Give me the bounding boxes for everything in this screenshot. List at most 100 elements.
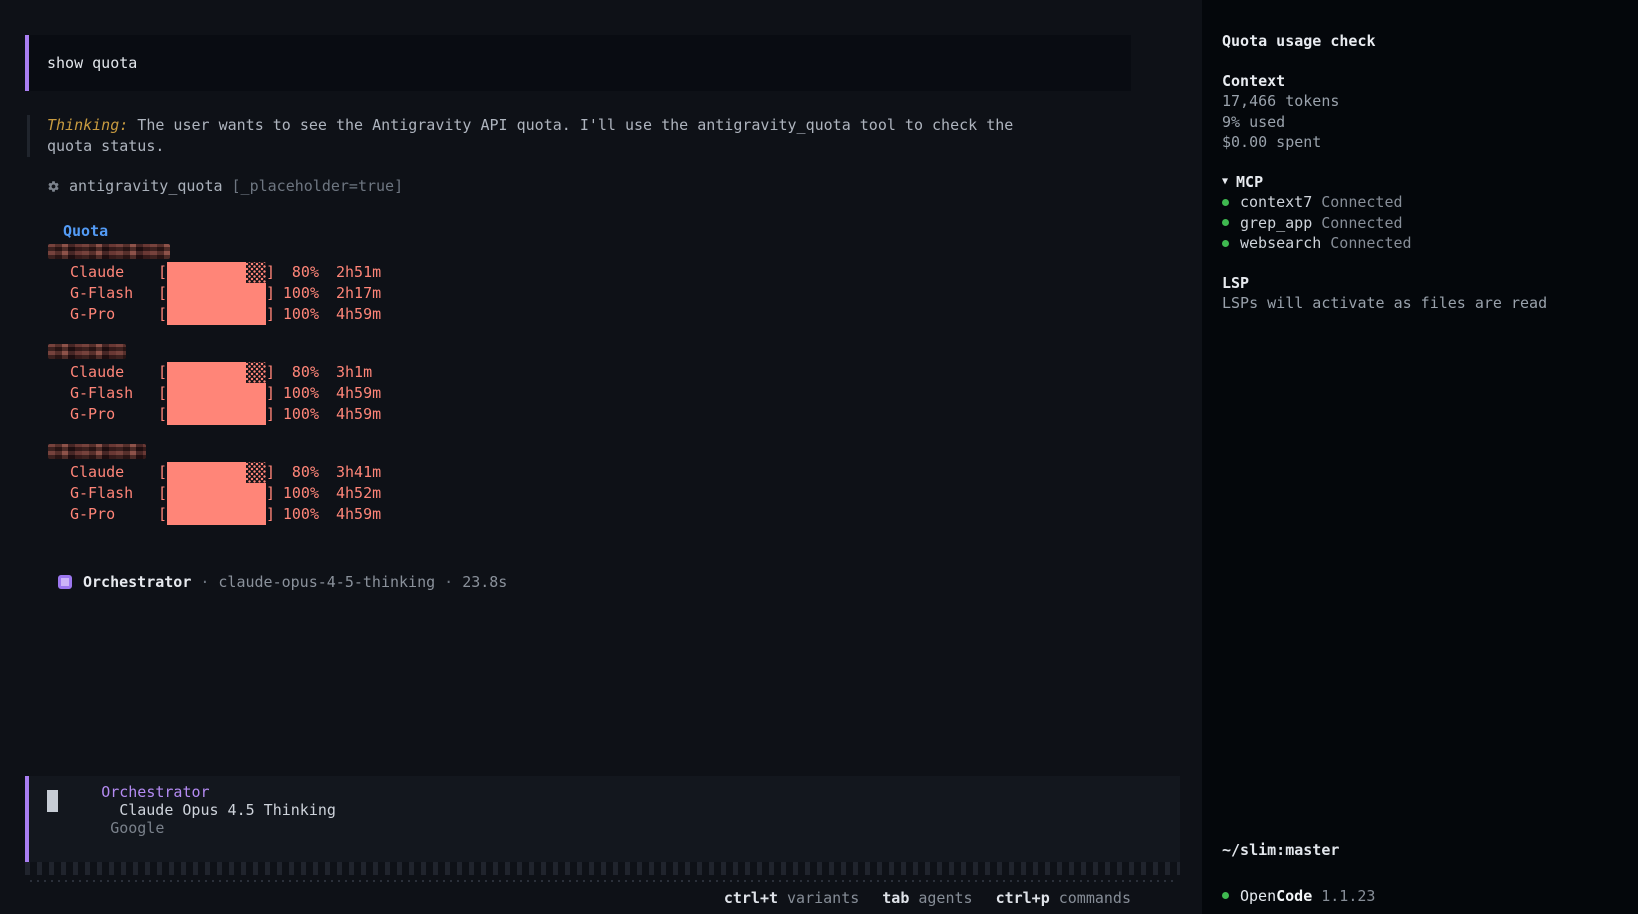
- bar-bracket: [: [158, 283, 167, 304]
- quota-bar-remainder: [246, 362, 266, 383]
- mcp-section: ▼ MCP context7 Connectedgrep_appConnected…: [1222, 172, 1628, 254]
- quota-row: Claude[]80%3h41m: [48, 462, 1202, 483]
- lsp-heading: LSP: [1222, 273, 1628, 294]
- bar-bracket: [: [158, 483, 167, 504]
- keybinding-bar: ctrl+tvariants tab agents ctrl+pcommands: [0, 880, 1202, 914]
- quota-model-label: G-Flash: [70, 283, 158, 304]
- quota-row: G-Flash[]100%2h17m: [48, 283, 1202, 304]
- bar-bracket: ]: [266, 383, 275, 404]
- quota-row: G-Flash[]100%4h52m: [48, 483, 1202, 504]
- chat-panel: show quota Thinking: The user wants to s…: [0, 0, 1202, 914]
- status-sidebar: Quota usage check Context 17,466 tokens9…: [1202, 0, 1638, 914]
- quota-bar-remainder: [246, 262, 266, 283]
- quota-row: Claude[]80%3h1m: [48, 362, 1202, 383]
- quota-time-remaining: 4h59m: [336, 504, 381, 525]
- quota-bar: [167, 262, 266, 283]
- redacted-account-name: [48, 441, 1202, 462]
- status-dot-icon: [1222, 240, 1229, 247]
- bar-bracket: [: [158, 262, 167, 283]
- quota-bar-remainder: [246, 462, 266, 483]
- lsp-note: LSPs will activate as files are read: [1222, 293, 1628, 314]
- mcp-server-name: websearch: [1240, 233, 1321, 254]
- quota-bar: [167, 462, 266, 483]
- quota-row: G-Pro[]100%4h59m: [48, 304, 1202, 325]
- bar-bracket: ]: [266, 283, 275, 304]
- context-section: Context 17,466 tokens9% used$0.00 spent: [1222, 71, 1628, 153]
- mcp-server-status: Connected: [1321, 192, 1402, 213]
- quota-time-remaining: 4h59m: [336, 304, 381, 325]
- keybinding-keys: tab: [882, 889, 909, 907]
- composer-model[interactable]: Claude Opus 4.5 Thinking: [119, 801, 336, 819]
- thinking-block: Thinking: The user wants to see the Anti…: [27, 115, 1027, 157]
- quota-groups: Claude[]80%2h51mG-Flash[]100%2h17mG-Pro[…: [48, 241, 1202, 525]
- prompt-input[interactable]: Orchestrator Claude Opus 4.5 Thinking Go…: [25, 776, 1180, 862]
- quota-percent: 100%: [275, 383, 319, 404]
- keybinding-hint: tab agents: [882, 889, 972, 907]
- quota-time-remaining: 4h59m: [336, 404, 381, 425]
- quota-model-label: Claude: [70, 262, 158, 283]
- quota-model-label: G-Pro: [70, 304, 158, 325]
- quota-section-title: Quota: [63, 222, 1202, 240]
- lsp-section: LSP LSPs will activate as files are read: [1222, 273, 1628, 314]
- bar-bracket: ]: [266, 504, 275, 525]
- status-dot-icon: [1222, 199, 1229, 206]
- bar-bracket: ]: [266, 262, 275, 283]
- quota-percent: 100%: [275, 504, 319, 525]
- quota-time-remaining: 2h51m: [336, 262, 381, 283]
- mcp-collapse-header[interactable]: ▼ MCP: [1222, 172, 1628, 193]
- bar-bracket: [: [158, 304, 167, 325]
- quota-bar: [167, 283, 266, 304]
- composer-provider: Google: [110, 819, 164, 837]
- separator-dot: ·: [200, 573, 209, 591]
- separator-dot: ·: [444, 573, 453, 591]
- status-dot-icon: [1222, 892, 1229, 899]
- tool-args: [_placeholder=true]: [232, 177, 404, 195]
- tool-name: antigravity_quota: [69, 177, 223, 195]
- user-message-text: show quota: [47, 54, 137, 72]
- context-stat: $0.00 spent: [1222, 132, 1628, 153]
- thinking-text: The user wants to see the Antigravity AP…: [47, 116, 1013, 155]
- chevron-down-icon: ▼: [1222, 172, 1228, 193]
- bar-bracket: ]: [266, 404, 275, 425]
- context-stat: 9% used: [1222, 112, 1628, 133]
- session-title: Quota usage check: [1222, 31, 1628, 52]
- working-directory: ~/slim:master: [1222, 840, 1628, 861]
- bar-bracket: ]: [266, 483, 275, 504]
- quota-percent: 100%: [275, 483, 319, 504]
- quota-percent: 80%: [275, 362, 319, 383]
- redacted-account-name: [48, 341, 1202, 362]
- keybinding-hint: ctrl+pcommands: [996, 889, 1131, 907]
- quota-model-label: Claude: [70, 362, 158, 383]
- quota-row: G-Pro[]100%4h59m: [48, 504, 1202, 525]
- quota-time-remaining: 3h41m: [336, 462, 381, 483]
- agent-duration: 23.8s: [462, 573, 507, 591]
- tool-call-line[interactable]: antigravity_quota [_placeholder=true]: [47, 177, 1202, 195]
- agent-model: claude-opus-4-5-thinking: [218, 573, 435, 591]
- bar-bracket: [: [158, 383, 167, 404]
- bar-bracket: [: [158, 504, 167, 525]
- bar-bracket: ]: [266, 462, 275, 483]
- quota-bar: [167, 383, 266, 404]
- thinking-label: Thinking:: [47, 116, 128, 134]
- gear-icon: [47, 180, 60, 193]
- keybinding-hint: ctrl+tvariants: [724, 889, 859, 907]
- agent-icon: [58, 575, 72, 589]
- context-stats: 17,466 tokens9% used$0.00 spent: [1222, 91, 1628, 153]
- mcp-server-name: context7: [1240, 192, 1312, 213]
- context-stat: 17,466 tokens: [1222, 91, 1628, 112]
- quota-percent: 100%: [275, 304, 319, 325]
- composer-agent[interactable]: Orchestrator: [101, 783, 209, 801]
- quota-model-label: G-Pro: [70, 404, 158, 425]
- quota-row: Claude[]80%2h51m: [48, 262, 1202, 283]
- mcp-server-item: grep_appConnected: [1222, 213, 1628, 234]
- bar-bracket: ]: [266, 362, 275, 383]
- bar-bracket: [: [158, 404, 167, 425]
- keybinding-label: variants: [787, 889, 859, 907]
- quota-bar: [167, 304, 266, 325]
- keybinding-label: agents: [918, 889, 972, 907]
- redacted-account-name: [48, 241, 1202, 262]
- quota-group: Claude[]80%3h1mG-Flash[]100%4h59mG-Pro[]…: [48, 341, 1202, 425]
- quota-time-remaining: 4h59m: [336, 383, 381, 404]
- quota-time-remaining: 3h1m: [336, 362, 372, 383]
- composer-status-line: Orchestrator Claude Opus 4.5 Thinking Go…: [47, 765, 336, 855]
